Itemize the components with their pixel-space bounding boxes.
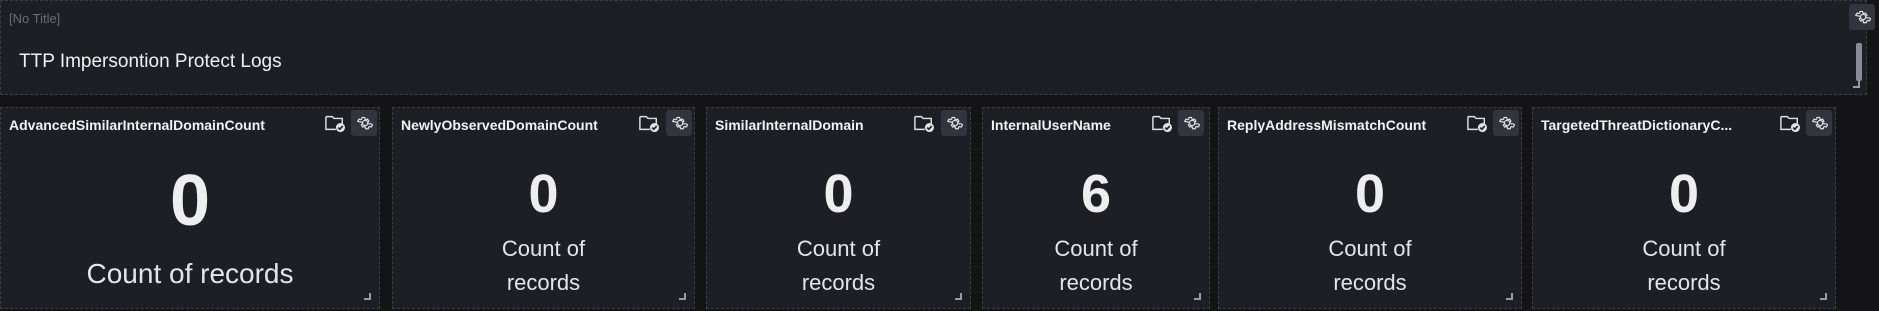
metric-subtitle-line2: records: [1333, 270, 1407, 295]
metric-card: SimilarInternalDomain 0 Count of records: [706, 107, 971, 309]
card-folder-button[interactable]: [636, 110, 662, 136]
card-settings-button[interactable]: [1806, 110, 1832, 136]
card-folder-button[interactable]: [1777, 110, 1803, 136]
title-panel-settings-button[interactable]: [1849, 4, 1875, 30]
resize-handle[interactable]: [1194, 293, 1201, 300]
card-settings-button[interactable]: [1178, 110, 1204, 136]
metric-value: 0: [1354, 164, 1386, 224]
metric-subtitle: Count of records: [86, 258, 294, 289]
folder-check-icon: [1152, 115, 1172, 133]
metric-subtitle-line2: records: [1647, 270, 1721, 295]
folder-check-icon: [1780, 115, 1800, 133]
metric-subtitle-line2: records: [506, 270, 581, 295]
resize-handle[interactable]: [1506, 293, 1513, 300]
resize-handle[interactable]: [955, 293, 962, 300]
gear-icon: [672, 116, 688, 130]
metric-subtitle-line1: Count of: [796, 236, 881, 261]
card-settings-button[interactable]: [666, 110, 692, 136]
metric-card: TargetedThreatDictionaryC... 0 Count of …: [1532, 107, 1836, 309]
gear-icon: [357, 116, 373, 130]
card-settings-button[interactable]: [1493, 110, 1519, 136]
metric-subtitle-line1: Count of: [1642, 236, 1726, 261]
card-settings-button[interactable]: [351, 110, 377, 136]
card-folder-button[interactable]: [911, 110, 937, 136]
folder-check-icon: [325, 115, 345, 133]
resize-handle[interactable]: [364, 293, 371, 300]
metric-card: AdvancedSimilarInternalDomainCount 0 Cou…: [0, 107, 380, 309]
card-folder-button[interactable]: [1464, 110, 1490, 136]
resize-handle[interactable]: [1853, 81, 1860, 88]
gear-icon: [1855, 10, 1871, 24]
no-title-label: [No Title]: [9, 11, 61, 26]
dashboard-title: TTP Impersontion Protect Logs: [19, 51, 282, 72]
metric-value: 0: [169, 161, 211, 241]
metric-value: 6: [1080, 164, 1112, 224]
card-title: SimilarInternalDomain: [715, 117, 864, 133]
folder-check-icon: [914, 115, 934, 133]
resize-handle[interactable]: [679, 293, 686, 300]
card-title: TargetedThreatDictionaryC...: [1541, 117, 1733, 133]
metric-subtitle-line1: Count of: [1054, 236, 1138, 261]
metric-subtitle-line2: records: [1059, 270, 1133, 295]
card-folder-button[interactable]: [1149, 110, 1175, 136]
metric-card: InternalUserName 6 Count of records: [982, 107, 1210, 309]
scrollbar[interactable]: [1856, 43, 1862, 81]
metric-subtitle-line1: Count of: [501, 236, 586, 261]
card-title: ReplyAddressMismatchCount: [1227, 117, 1427, 133]
gear-icon: [1499, 116, 1515, 130]
metric-card: ReplyAddressMismatchCount 0 Count of rec…: [1218, 107, 1522, 309]
card-title: NewlyObservedDomainCount: [401, 117, 598, 133]
folder-check-icon: [639, 115, 659, 133]
resize-handle[interactable]: [1820, 293, 1827, 300]
metric-value: 0: [1668, 164, 1700, 224]
gear-icon: [1812, 116, 1828, 130]
card-folder-button[interactable]: [322, 110, 348, 136]
metric-value: 0: [528, 164, 559, 224]
gear-icon: [947, 116, 963, 130]
folder-check-icon: [1467, 115, 1487, 133]
card-title: InternalUserName: [991, 117, 1111, 133]
card-settings-button[interactable]: [941, 110, 967, 136]
metric-subtitle-line1: Count of: [1328, 236, 1412, 261]
metric-subtitle-line2: records: [801, 270, 876, 295]
title-panel: [No Title] TTP Impersontion Protect Logs: [0, 0, 1867, 95]
metric-value: 0: [823, 164, 854, 224]
card-title: AdvancedSimilarInternalDomainCount: [9, 117, 265, 133]
metric-card: NewlyObservedDomainCount 0 Count of reco…: [392, 107, 695, 309]
gear-icon: [1184, 116, 1200, 130]
